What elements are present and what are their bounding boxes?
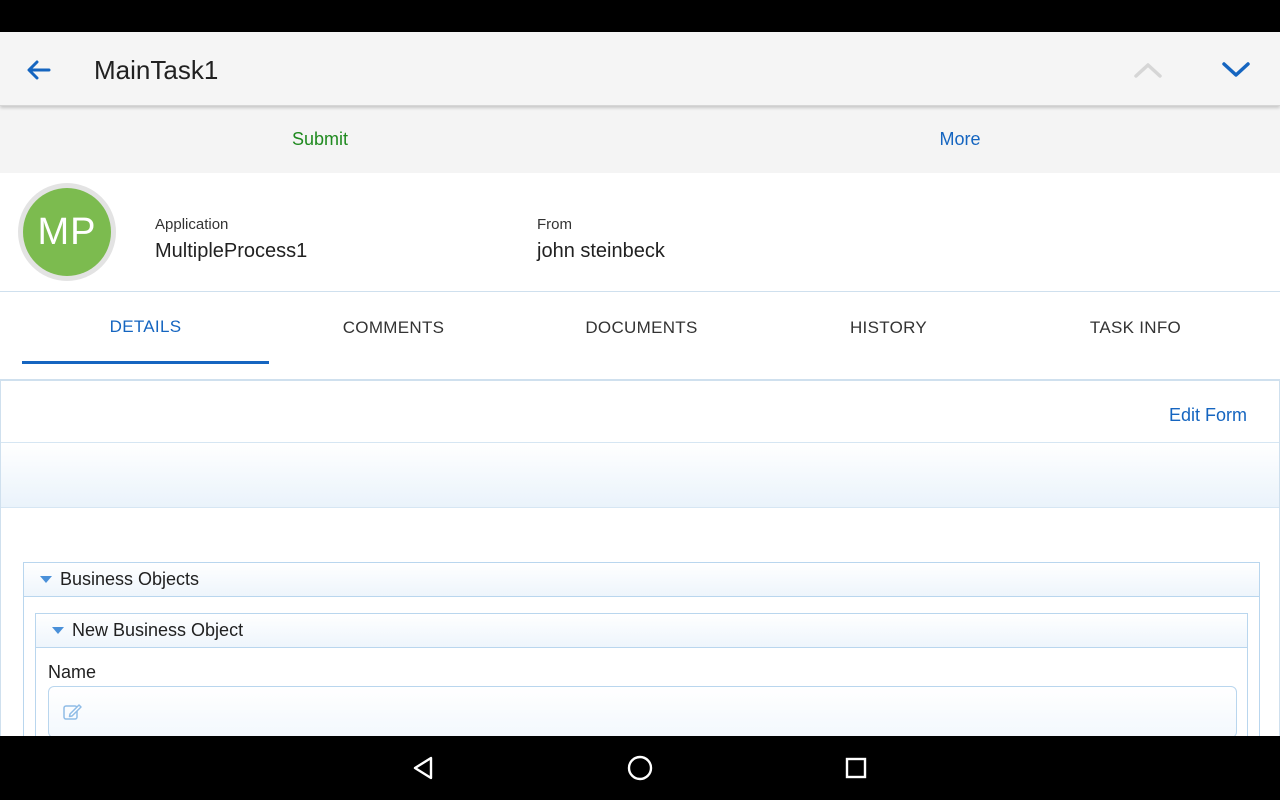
- action-bar: Submit More: [0, 106, 1280, 173]
- back-button[interactable]: [22, 54, 56, 86]
- application-value: MultipleProcess1: [155, 240, 308, 262]
- chevron-up-icon: [1134, 63, 1162, 78]
- status-bar: [0, 0, 1280, 32]
- circle-home-icon: [627, 755, 653, 781]
- from-label: From: [537, 216, 572, 233]
- tab-details[interactable]: DETAILS: [22, 292, 269, 364]
- next-task-button[interactable]: [1218, 54, 1254, 86]
- tab-comments[interactable]: COMMENTS: [270, 292, 517, 364]
- task-header: MP Application MultipleProcess1 From joh…: [0, 173, 1280, 292]
- tab-history[interactable]: HISTORY: [765, 292, 1012, 364]
- square-recents-icon: [845, 757, 867, 779]
- form-header-band: [1, 442, 1279, 508]
- nav-recents-button[interactable]: [840, 752, 872, 784]
- tab-bar: DETAILS COMMENTS DOCUMENTS HISTORY TASK …: [0, 292, 1280, 380]
- name-label: Name: [48, 662, 97, 682]
- page-title: MainTask1: [94, 55, 219, 85]
- form-area: Edit Form Business Objects New Business …: [0, 380, 1280, 736]
- avatar-initials: MP: [23, 188, 111, 276]
- business-objects-section: Business Objects New Business Object Nam…: [23, 562, 1260, 736]
- nav-home-button[interactable]: [624, 752, 656, 784]
- application-label: Application: [155, 216, 229, 233]
- edit-form-link[interactable]: Edit Form: [1169, 405, 1247, 426]
- triangle-back-icon: [413, 756, 433, 780]
- tab-task-info[interactable]: TASK INFO: [1012, 292, 1259, 364]
- collapse-triangle-icon: [40, 576, 52, 583]
- subsection-title: New Business Object: [72, 620, 244, 640]
- system-nav-bar: [0, 736, 1280, 800]
- avatar: MP: [18, 183, 116, 281]
- tab-documents[interactable]: DOCUMENTS: [518, 292, 765, 364]
- new-business-object-section: New Business Object Name: [35, 613, 1248, 736]
- previous-task-button[interactable]: [1130, 54, 1166, 86]
- app-bar: MainTask1: [0, 32, 1280, 106]
- section-title: Business Objects: [60, 569, 200, 589]
- from-value: john steinbeck: [537, 240, 665, 262]
- more-button[interactable]: More: [640, 106, 1280, 173]
- collapse-triangle-icon: [52, 627, 64, 634]
- submit-button[interactable]: Submit: [0, 106, 640, 173]
- edit-pencil-icon: [63, 704, 82, 720]
- new-business-object-header[interactable]: New Business Object: [36, 614, 1247, 648]
- arrow-left-icon: [27, 60, 51, 80]
- name-field[interactable]: [48, 686, 1237, 736]
- nav-back-button[interactable]: [408, 752, 440, 784]
- chevron-down-icon: [1222, 62, 1250, 77]
- business-objects-header[interactable]: Business Objects: [24, 563, 1259, 597]
